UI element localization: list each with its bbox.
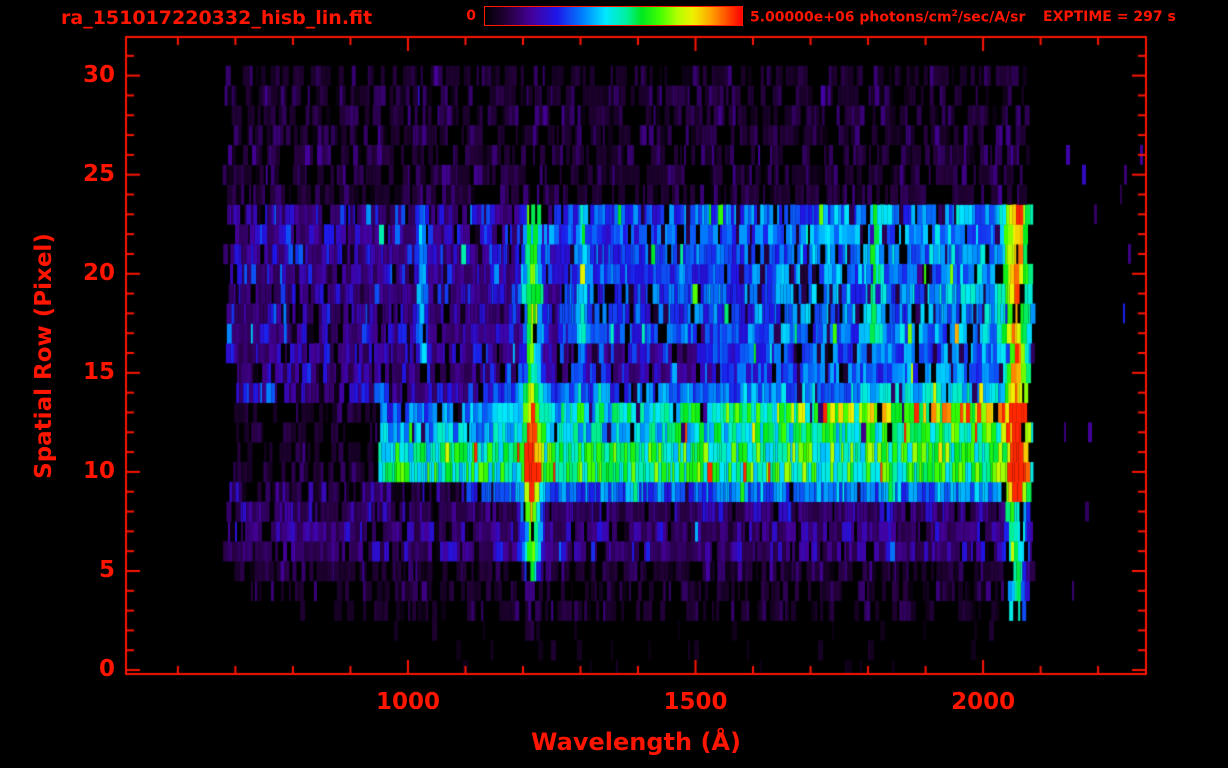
colorbar-max-label-prefix: 5.00000e+06 photons/cm: [750, 9, 952, 26]
y-tick-label: 0: [98, 656, 115, 683]
x-axis-title: Wavelength (Å): [531, 728, 741, 756]
exposure-time-label: EXPTIME = 297 s: [1043, 9, 1176, 25]
colorbar-max-label-suffix: /sec/A/sr: [957, 9, 1026, 26]
y-tick-label: 25: [82, 160, 115, 187]
file-title: ra_151017220332_hisb_lin.fit: [61, 7, 373, 29]
y-tick-label: 10: [82, 457, 115, 484]
spectrogram-heatmap-canvas: [0, 0, 1228, 768]
y-tick-label: 15: [82, 358, 115, 385]
colorbar-min-label: 0: [466, 8, 476, 24]
colorbar-max-label: 5.00000e+06 photons/cm2/sec/A/sr: [750, 9, 1026, 26]
x-tick-label: 1000: [375, 689, 440, 715]
y-axis-title: Spatial Row (Pixel): [31, 233, 57, 479]
y-tick-label: 20: [82, 259, 115, 286]
y-tick-label: 30: [82, 61, 115, 88]
x-tick-label: 1500: [663, 689, 728, 715]
y-tick-label: 5: [98, 556, 115, 583]
spectrogram-display-window: ra_151017220332_hisb_lin.fit 0 5.00000e+…: [0, 0, 1228, 768]
x-tick-label: 2000: [951, 689, 1016, 715]
colorbar: [484, 6, 743, 26]
